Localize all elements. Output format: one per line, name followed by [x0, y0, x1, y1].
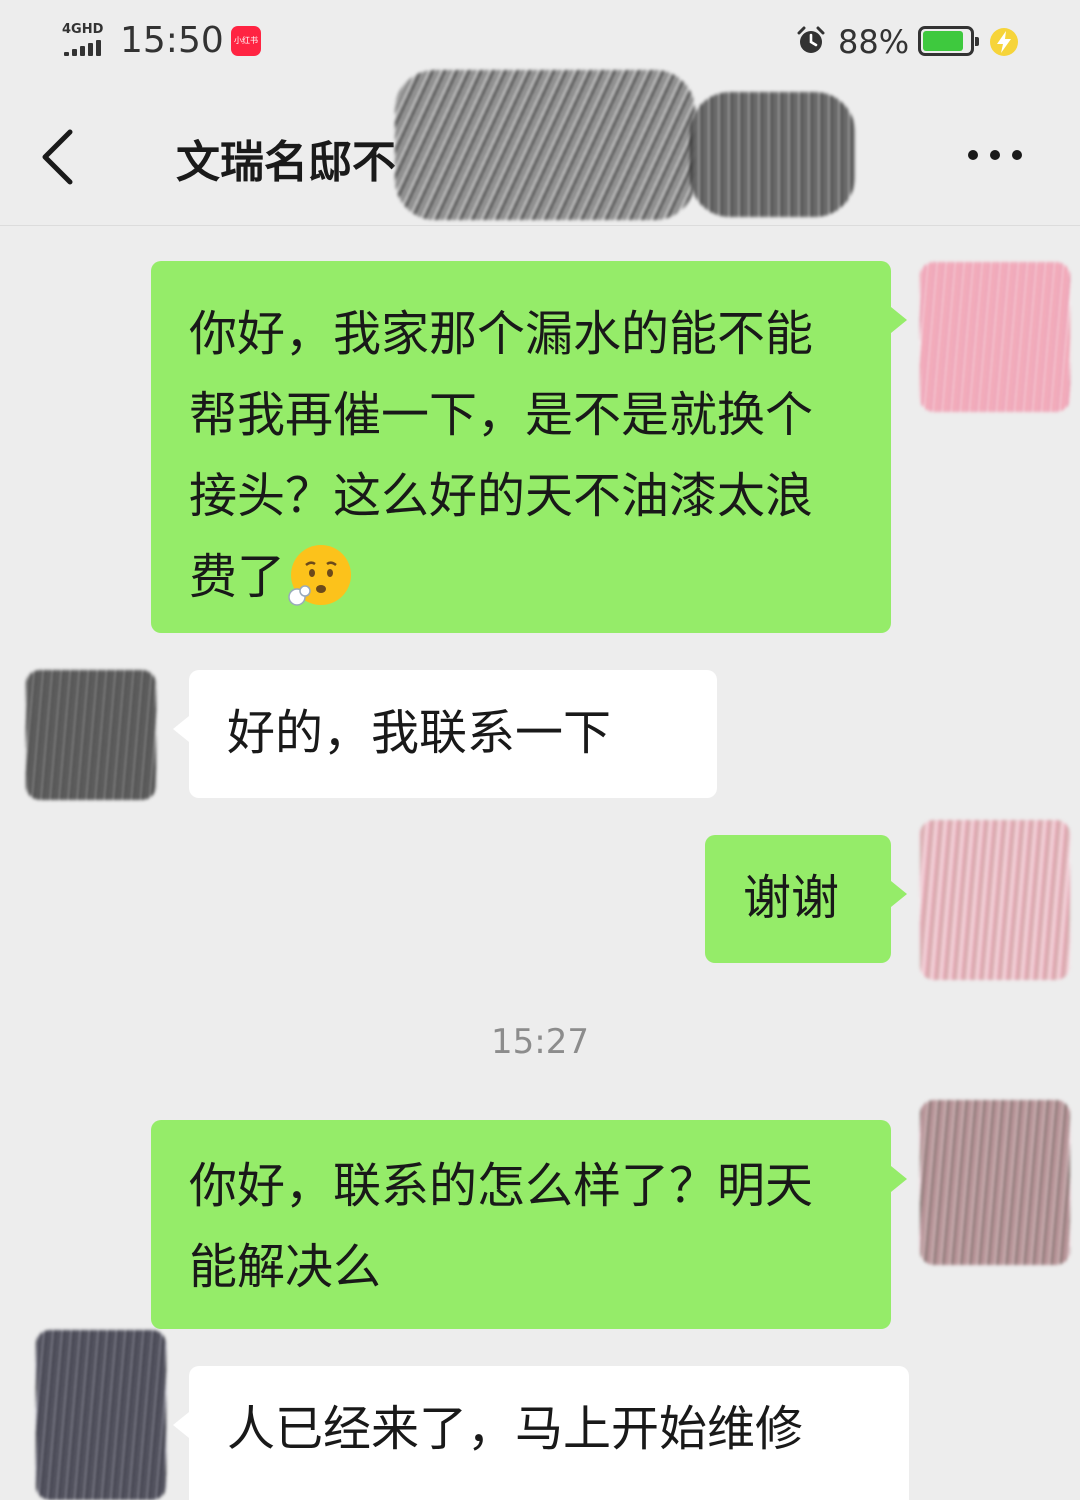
- message-text: 你好，我家那个漏水的能不能帮我再催一下，是不是就换个接头？这么好的天不油漆太浪费…: [189, 294, 855, 618]
- my-avatar[interactable]: [920, 1100, 1070, 1265]
- network-type: 4GHD: [62, 22, 104, 37]
- message-text: 人已经来了，马上开始维修: [227, 1401, 804, 1457]
- my-avatar[interactable]: [920, 262, 1070, 412]
- contact-avatar[interactable]: [26, 670, 156, 800]
- signal-icon: 4GHD: [62, 22, 112, 58]
- sad-face-exhaling-emoji: [288, 545, 352, 606]
- chat-timestamp: 15:27: [491, 1022, 589, 1062]
- message-text: 你好，联系的怎么样了？明天能解决么: [189, 1158, 814, 1295]
- more-dots-icon: [968, 150, 1022, 160]
- message-text: 好的，我联系一下: [227, 705, 612, 761]
- message-bubble-received[interactable]: 好的，我联系一下: [173, 670, 717, 798]
- alarm-icon: [797, 26, 825, 53]
- battery-icon: [918, 26, 979, 56]
- back-button[interactable]: [30, 122, 90, 192]
- status-time: 15:50: [120, 20, 224, 61]
- contact-avatar[interactable]: [36, 1330, 166, 1500]
- message-bubble-sent[interactable]: 你好，联系的怎么样了？明天能解决么: [151, 1120, 907, 1329]
- privacy-scribble: [395, 70, 695, 220]
- message-bubble-sent[interactable]: 你好，我家那个漏水的能不能帮我再催一下，是不是就换个接头？这么好的天不油漆太浪费…: [151, 261, 907, 633]
- app-notification-badge: 小红书: [231, 26, 261, 56]
- message-bubble-sent[interactable]: 谢谢: [705, 835, 907, 963]
- more-button[interactable]: [960, 140, 1030, 170]
- privacy-scribble: [690, 92, 855, 217]
- message-text: 谢谢: [743, 870, 840, 926]
- chat-title: 文瑞名邸不: [176, 137, 396, 188]
- my-avatar[interactable]: [920, 820, 1070, 980]
- chevron-left-icon: [42, 129, 73, 185]
- battery-fill: [923, 31, 964, 51]
- message-bubble-received[interactable]: 人已经来了，马上开始维修: [173, 1366, 909, 1500]
- charging-icon: [990, 28, 1018, 56]
- battery-percent: 88%: [838, 23, 910, 61]
